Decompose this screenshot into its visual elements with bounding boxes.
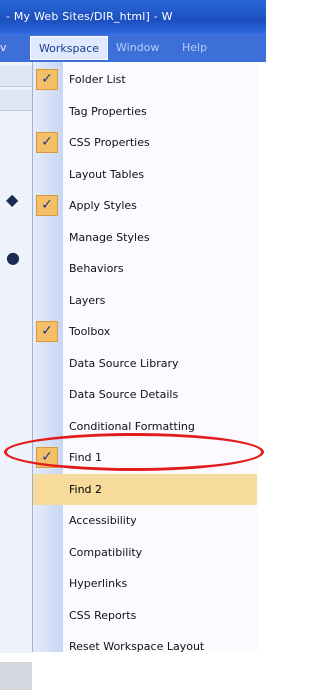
menu-item-label: Data Source Details	[69, 388, 179, 401]
toolbar-strip	[0, 90, 32, 111]
check-icon: ✓	[36, 69, 58, 90]
check-icon: ✓	[36, 195, 58, 216]
check-icon: ✓	[36, 132, 58, 153]
window-menu-button[interactable]: Window	[116, 36, 174, 60]
menu-item[interactable]: Data Source Details	[33, 379, 257, 410]
menu-item-label: Folder List	[69, 73, 126, 86]
check-icon: ✓	[36, 447, 58, 468]
menu-item-label: Layers	[69, 293, 106, 307]
left-panel: ◆ ●	[0, 62, 32, 690]
menu-item-label: CSS Reports	[69, 608, 137, 622]
menu-fragment[interactable]: v	[0, 36, 26, 60]
help-menu-button[interactable]: Help	[182, 36, 222, 60]
menu-item[interactable]: ✓ CSS Properties	[33, 127, 257, 158]
menu-item-label: Conditional Formatting	[69, 419, 195, 433]
menu-item-label: CSS Properties	[69, 136, 150, 149]
toolbar-strip	[0, 66, 32, 87]
menu-item[interactable]: Manage Styles	[33, 222, 257, 253]
menu-item[interactable]: Data Source Library	[33, 348, 257, 379]
menu-item[interactable]: ✓ Find 1	[33, 442, 257, 473]
window-title-bar: - My Web Sites/DIR_html] - W	[0, 0, 266, 34]
menu-item[interactable]: Reset Workspace Layout	[33, 631, 257, 662]
menu-item-label: Accessibility	[69, 514, 137, 527]
menu-item[interactable]: ✓ Toolbox	[33, 316, 257, 347]
panel-thumb[interactable]	[0, 662, 32, 690]
menu-item-label: Reset Workspace Layout	[69, 640, 205, 653]
menu-bar: v Workspace Window Help	[0, 34, 266, 62]
menu-item[interactable]: Hyperlinks	[33, 568, 257, 599]
menu-item-label: Hyperlinks	[69, 577, 128, 590]
menu-item[interactable]: Find 2	[33, 473, 257, 505]
menu-item-label: Compatibility	[69, 545, 143, 559]
menu-item-label: Layout Tables	[69, 167, 145, 181]
menu-item-label: Behaviors	[69, 262, 124, 275]
menu-item[interactable]: Accessibility	[33, 505, 257, 536]
menu-item[interactable]: Layers	[33, 285, 257, 316]
menu-item[interactable]: Compatibility	[33, 537, 257, 568]
menu-item[interactable]: CSS Reports	[33, 600, 257, 631]
menu-item-label: Manage Styles	[69, 230, 150, 244]
menu-item[interactable]: Conditional Formatting	[33, 411, 257, 442]
workspace-dropdown-menu: ✓ Folder List Tag Properties ✓ CSS Propertie…	[32, 62, 258, 653]
menu-item-label: Find 2	[69, 482, 103, 496]
workspace-menu-button[interactable]: Workspace	[30, 36, 108, 60]
check-icon: ✓	[36, 321, 58, 342]
menu-item-label: Toolbox	[69, 325, 111, 338]
menu-item-label: Tag Properties	[69, 104, 147, 118]
tool-icon[interactable]: ◆	[6, 190, 18, 209]
menu-item[interactable]: Behaviors	[33, 253, 257, 284]
menu-item[interactable]: ✓ Apply Styles	[33, 190, 257, 221]
menu-item[interactable]: ✓ Folder List	[33, 64, 257, 95]
menu-item[interactable]: Layout Tables	[33, 159, 257, 190]
menu-item-label: Data Source Library	[69, 356, 179, 370]
menu-item-label: Apply Styles	[69, 199, 137, 212]
menu-item[interactable]: Tag Properties	[33, 96, 257, 127]
tool-icon[interactable]: ●	[6, 248, 20, 267]
window-title: - My Web Sites/DIR_html] - W	[6, 10, 173, 23]
menu-item-label: Find 1	[69, 451, 103, 464]
